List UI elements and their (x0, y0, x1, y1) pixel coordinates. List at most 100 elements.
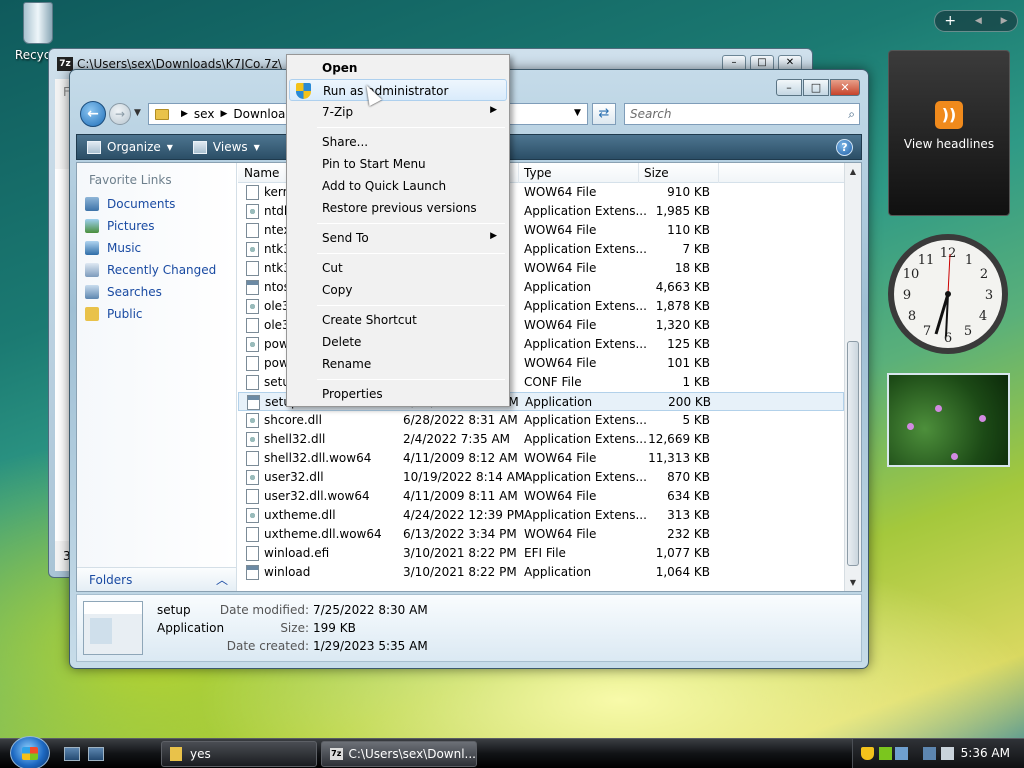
nav-item-documents[interactable]: Documents (77, 193, 236, 215)
menu-item-quick-launch[interactable]: Add to Quick Launch (289, 175, 507, 197)
views-icon (192, 140, 207, 154)
menu-item-7zip[interactable]: 7-Zip ▶ (289, 101, 507, 123)
nav-item-searches[interactable]: Searches (77, 281, 236, 303)
menu-item-pin-start[interactable]: Pin to Start Menu (289, 153, 507, 175)
file-date: 2/4/2022 7:35 AM (403, 432, 511, 446)
navigation-pane: Favorite Links Documents Pictures Music … (77, 163, 237, 591)
maximize-button[interactable]: □ (803, 79, 829, 96)
file-date: 10/19/2022 8:14 AM (403, 470, 526, 484)
dll-file-icon (246, 204, 259, 219)
feed-headlines-gadget[interactable]: )) View headlines (888, 50, 1010, 216)
refresh-icon[interactable]: ⇄ (592, 103, 616, 125)
file-row[interactable]: user32.dll 10/19/2022 8:14 AM Application … (238, 468, 844, 487)
svg-text:6: 6 (944, 331, 952, 346)
menu-item-run-as-administrator[interactable]: Run as administrator (289, 79, 507, 101)
search-input[interactable]: Search ⌕ (624, 103, 860, 125)
column-name-header[interactable]: Name (244, 166, 279, 180)
menu-item-rename[interactable]: Rename (289, 353, 507, 375)
file-name: shell32.dll.wow64 (264, 451, 372, 465)
scrollbar-thumb[interactable] (847, 341, 859, 566)
menu-item-delete[interactable]: Delete (289, 331, 507, 353)
file-row[interactable]: uxtheme.dll 4/24/2022 12:39 PM Application… (238, 506, 844, 525)
vertical-scrollbar[interactable]: ▲ ▼ (844, 163, 861, 591)
organize-button[interactable]: Organize ▼ (77, 140, 183, 154)
nav-item-music[interactable]: Music (77, 237, 236, 259)
nav-item-pictures[interactable]: Pictures (77, 215, 236, 237)
volume-icon[interactable] (941, 747, 954, 760)
menu-item-properties[interactable]: Properties (289, 383, 507, 405)
taskbar-button-label: C:\Users\sex\Downl... (348, 747, 476, 761)
network-icon[interactable] (895, 747, 908, 760)
switch-windows-icon[interactable] (88, 747, 104, 761)
svg-text:11: 11 (918, 253, 935, 268)
recent-pages-dropdown-icon[interactable]: ▼ (134, 108, 141, 118)
menu-item-send-to[interactable]: Send To ▶ (289, 227, 507, 249)
back-arrow-icon[interactable]: ← (80, 101, 106, 127)
menu-item-cut[interactable]: Cut (289, 257, 507, 279)
sidebar-prev-button[interactable]: ◀ (975, 16, 982, 26)
view-headlines-label[interactable]: View headlines (889, 137, 1009, 151)
file-row[interactable]: winload.efi 3/10/2021 8:22 PM EFI File 1,07… (238, 544, 844, 563)
file-row[interactable]: user32.dll.wow64 4/11/2009 8:11 AM WOW64 F… (238, 487, 844, 506)
show-desktop-icon[interactable] (64, 747, 80, 761)
window-controls: – □ ✕ (776, 79, 860, 96)
svg-text:3: 3 (985, 288, 993, 303)
file-size: 7 KB (682, 242, 710, 256)
clock-gadget[interactable]: 12 12 345 678 91011 (886, 232, 1010, 356)
start-button[interactable] (10, 736, 50, 768)
file-name: winload.efi (264, 546, 330, 560)
file-type: WOW64 File (524, 261, 597, 275)
file-row[interactable]: uxtheme.dll.wow64 6/13/2022 3:34 PM WOW64 … (238, 525, 844, 544)
search-icon[interactable]: ⌕ (848, 107, 855, 122)
column-divider[interactable] (718, 163, 719, 183)
forward-arrow-icon[interactable]: → (109, 103, 131, 125)
menu-item-share[interactable]: Share... (289, 131, 507, 153)
nav-item-public[interactable]: Public (77, 303, 236, 325)
column-size-header[interactable]: Size (644, 166, 669, 180)
file-name: uxtheme.dll.wow64 (264, 527, 382, 541)
minimize-button[interactable]: – (776, 79, 802, 96)
file-size: 1,064 KB (655, 565, 710, 579)
column-divider[interactable] (638, 163, 639, 183)
folders-toggle[interactable]: Folders ︿ (77, 567, 236, 591)
menu-separator (317, 127, 505, 128)
nav-item-recently-changed[interactable]: Recently Changed (77, 259, 236, 281)
security-shield-icon[interactable] (861, 747, 874, 760)
display-icon[interactable] (923, 747, 936, 760)
views-button[interactable]: Views ▼ (183, 140, 270, 154)
menu-item-restore-versions[interactable]: Restore previous versions (289, 197, 507, 219)
menu-item-copy[interactable]: Copy (289, 279, 507, 301)
menu-item-create-shortcut[interactable]: Create Shortcut (289, 309, 507, 331)
sidebar-next-button[interactable]: ▶ (1001, 16, 1008, 26)
file-type: Application Extens... (524, 337, 647, 351)
address-dropdown-icon[interactable]: ▼ (574, 108, 581, 118)
file-size: 232 KB (667, 527, 710, 541)
safely-remove-icon[interactable] (879, 747, 892, 760)
file-row[interactable]: shell32.dll.wow64 4/11/2009 8:12 AM WOW64 … (238, 449, 844, 468)
chevron-right-icon[interactable]: ▶ (220, 109, 227, 119)
close-button[interactable]: ✕ (830, 79, 860, 96)
scroll-down-icon[interactable]: ▼ (845, 574, 861, 591)
column-type-header[interactable]: Type (524, 166, 552, 180)
add-gadget-button[interactable]: + (944, 13, 956, 29)
file-row[interactable]: shell32.dll 2/4/2022 7:35 AM Application E… (238, 430, 844, 449)
scroll-up-icon[interactable]: ▲ (845, 163, 861, 180)
chevron-right-icon[interactable]: ▶ (181, 109, 188, 119)
file-row[interactable]: winload 3/10/2021 8:22 PM Application 1,064… (238, 563, 844, 582)
file-icon (246, 527, 259, 542)
taskbar-button-yes[interactable]: yes (161, 741, 317, 767)
nav-label: Pictures (107, 219, 155, 233)
dll-file-icon (246, 413, 259, 428)
breadcrumb-sex[interactable]: sex (194, 107, 215, 121)
column-divider[interactable] (518, 163, 519, 183)
file-type: Application Extens... (524, 299, 647, 313)
file-icon (246, 223, 259, 238)
slideshow-gadget[interactable] (887, 373, 1010, 467)
documents-icon (85, 197, 99, 211)
help-icon[interactable]: ? (836, 139, 853, 156)
menu-item-open[interactable]: Open (289, 57, 507, 79)
file-date: 4/11/2009 8:11 AM (403, 489, 518, 503)
taskbar-button-7zip[interactable]: 7z C:\Users\sex\Downl... (321, 741, 477, 767)
file-row[interactable]: shcore.dll 6/28/2022 8:31 AM Application E… (238, 411, 844, 430)
taskbar-clock[interactable]: 5:36 AM (961, 746, 1010, 760)
